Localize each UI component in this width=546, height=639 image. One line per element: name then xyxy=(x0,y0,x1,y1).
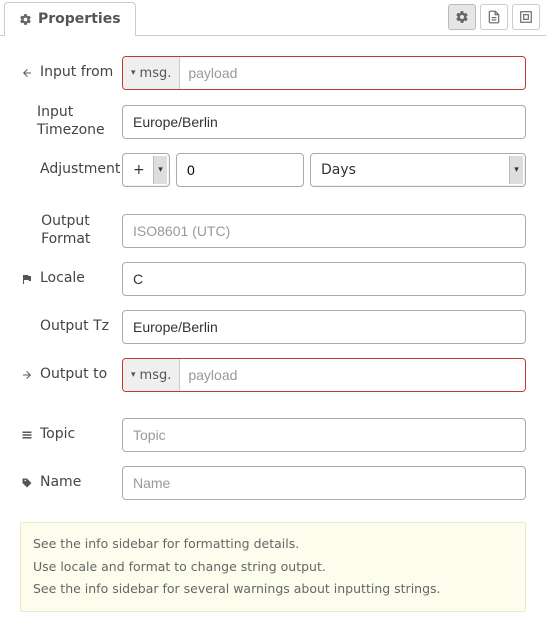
row-input-from: Input from ▾ msg. xyxy=(20,56,526,90)
output-to-value[interactable] xyxy=(180,359,525,391)
output-timezone-field[interactable] xyxy=(122,310,526,344)
input-from-type-selector[interactable]: ▾ msg. xyxy=(123,57,180,89)
row-locale: Locale xyxy=(20,262,526,296)
docs-button[interactable] xyxy=(480,4,508,30)
list-icon xyxy=(20,429,34,441)
tab-properties-label: Properties xyxy=(38,11,121,27)
output-format-field[interactable] xyxy=(122,214,526,248)
input-timezone-field[interactable] xyxy=(122,105,526,139)
input-from-field[interactable]: ▾ msg. xyxy=(122,56,526,90)
row-output-format: Output Format xyxy=(20,213,526,248)
row-adjustment: Adjustment + ▾ Days ▾ xyxy=(20,153,526,187)
label-output-format: Output Format xyxy=(20,213,122,248)
panel-toolbar xyxy=(448,4,540,30)
label-output-to: Output to xyxy=(20,366,122,384)
label-locale: Locale xyxy=(20,270,122,288)
row-output-to: Output to ▾ msg. xyxy=(20,358,526,392)
arrow-left-icon xyxy=(20,67,34,79)
label-output-tz: Output Tz xyxy=(20,318,122,336)
file-icon xyxy=(487,10,501,24)
label-adjustment: Adjustment xyxy=(20,161,122,179)
tab-properties[interactable]: Properties xyxy=(4,2,136,36)
note-line: See the info sidebar for formatting deta… xyxy=(33,533,513,556)
caret-down-icon: ▾ xyxy=(131,370,136,380)
settings-button[interactable] xyxy=(448,4,476,30)
adjustment-sign-select[interactable]: + ▾ xyxy=(122,153,170,187)
tag-icon xyxy=(20,477,34,489)
info-note: See the info sidebar for formatting deta… xyxy=(20,522,526,612)
output-to-field[interactable]: ▾ msg. xyxy=(122,358,526,392)
gear-icon xyxy=(455,10,469,24)
row-topic: Topic xyxy=(20,418,526,452)
flag-icon xyxy=(20,273,34,285)
caret-down-icon: ▾ xyxy=(153,156,167,184)
topic-field[interactable] xyxy=(122,418,526,452)
caret-down-icon: ▾ xyxy=(131,68,136,78)
input-from-value[interactable] xyxy=(180,57,525,89)
output-to-type-selector[interactable]: ▾ msg. xyxy=(123,359,180,391)
row-output-tz: Output Tz xyxy=(20,310,526,344)
label-name: Name xyxy=(20,474,122,492)
note-line: Use locale and format to change string o… xyxy=(33,556,513,579)
arrow-right-icon xyxy=(20,369,34,381)
adjustment-amount-input[interactable] xyxy=(176,153,304,187)
gear-icon xyxy=(19,13,32,26)
row-input-tz: Input Timezone xyxy=(20,104,526,139)
note-line: See the info sidebar for several warning… xyxy=(33,578,513,601)
properties-panel: Properties Input from xyxy=(0,0,546,639)
form-body: Input from ▾ msg. Input Timezone xyxy=(0,36,546,622)
adjustment-unit-select[interactable]: Days ▾ xyxy=(310,153,526,187)
caret-down-icon: ▾ xyxy=(509,156,523,184)
label-topic: Topic xyxy=(20,426,122,444)
label-input-tz: Input Timezone xyxy=(20,104,122,139)
name-field[interactable] xyxy=(122,466,526,500)
locale-field[interactable] xyxy=(122,262,526,296)
expand-button[interactable] xyxy=(512,4,540,30)
label-input-from: Input from xyxy=(20,64,122,82)
frame-icon xyxy=(519,10,533,24)
row-name: Name xyxy=(20,466,526,500)
